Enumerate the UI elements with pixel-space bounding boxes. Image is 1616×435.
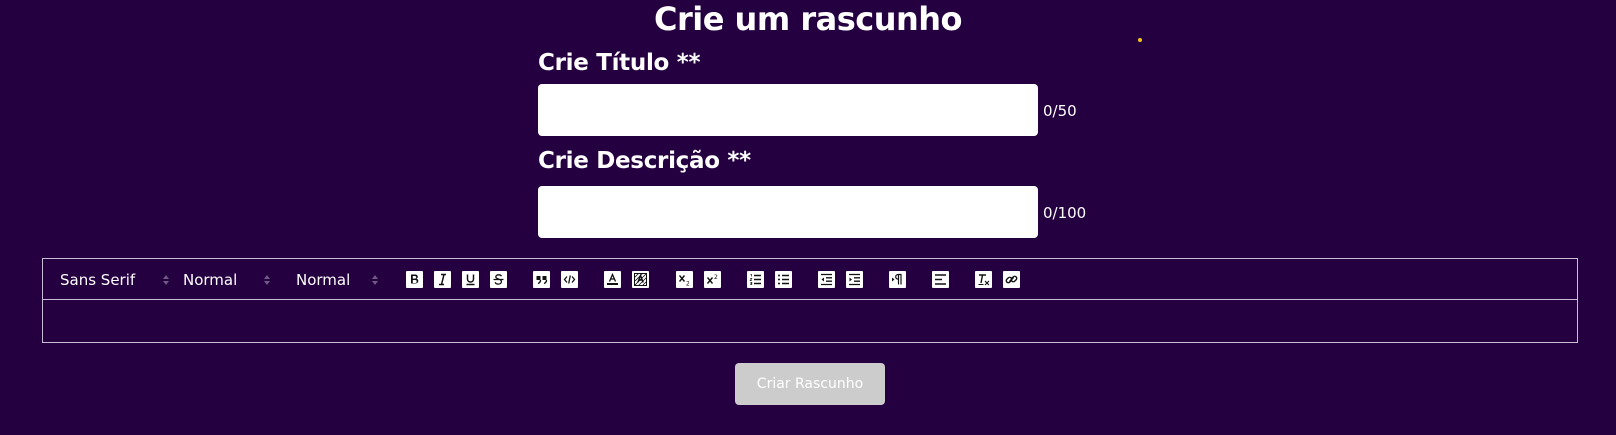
clean-format-button[interactable]: [975, 271, 992, 288]
outdent-icon: [821, 273, 832, 286]
text-color-button[interactable]: [604, 271, 621, 288]
description-input[interactable]: [538, 186, 1038, 238]
title-label: Crie Título **: [538, 50, 701, 76]
title-char-counter: 0/50: [1043, 102, 1077, 120]
blockquote-icon: [536, 276, 548, 285]
title-input[interactable]: [538, 84, 1038, 136]
bullet-list-icon: [778, 274, 789, 285]
ordered-list-icon: [749, 274, 761, 286]
strike-button[interactable]: [490, 271, 507, 288]
link-button[interactable]: [1003, 271, 1020, 288]
italic-icon: [439, 273, 446, 286]
subscript-icon: 2: [678, 275, 690, 287]
bold-icon: [411, 274, 419, 284]
page-title: Crie um rascunho: [653, 0, 963, 38]
background-color-button[interactable]: [632, 271, 649, 288]
header-picker-label: Normal: [296, 271, 351, 289]
blockquote-button[interactable]: [533, 271, 550, 288]
picker-arrows-icon: [372, 275, 378, 285]
rich-text-editor: Sans Serif Normal Normal 2 2: [42, 258, 1578, 343]
font-picker-label: Sans Serif: [60, 271, 136, 289]
text-color-icon: [607, 273, 618, 285]
svg-text:2: 2: [714, 274, 718, 281]
header-picker[interactable]: Normal: [296, 270, 378, 290]
bullet-list-button[interactable]: [775, 271, 792, 288]
italic-button[interactable]: [434, 271, 451, 288]
description-char-counter: 0/100: [1043, 204, 1087, 222]
indent-icon: [849, 273, 860, 286]
underline-button[interactable]: [462, 271, 479, 288]
outdent-button[interactable]: [818, 271, 835, 288]
description-label: Crie Descrição **: [538, 148, 751, 174]
subscript-button[interactable]: 2: [676, 271, 693, 288]
strike-icon: [493, 274, 504, 285]
superscript-button[interactable]: 2: [704, 271, 721, 288]
picker-arrows-icon: [163, 275, 169, 285]
decorative-dot: [1138, 38, 1142, 42]
code-block-button[interactable]: [561, 271, 578, 288]
superscript-icon: 2: [706, 274, 718, 284]
create-draft-button[interactable]: Criar Rascunho: [735, 363, 885, 405]
text-direction-button[interactable]: [889, 271, 906, 288]
svg-text:2: 2: [686, 281, 690, 287]
link-icon: [1005, 275, 1018, 284]
size-picker[interactable]: Normal: [183, 270, 270, 290]
ordered-list-button[interactable]: [747, 271, 764, 288]
align-button[interactable]: [932, 271, 949, 288]
picker-arrows-icon: [264, 275, 270, 285]
code-block-icon: [563, 275, 576, 284]
size-picker-label: Normal: [183, 271, 238, 289]
clean-format-icon: [978, 274, 990, 286]
bold-button[interactable]: [406, 271, 423, 288]
font-picker[interactable]: Sans Serif: [60, 270, 169, 290]
indent-button[interactable]: [846, 271, 863, 288]
text-direction-icon: [892, 273, 902, 285]
editor-content-area[interactable]: [43, 300, 1577, 342]
underline-icon: [466, 274, 475, 286]
align-icon: [935, 274, 946, 285]
editor-toolbar: Sans Serif Normal Normal 2 2: [43, 259, 1577, 300]
background-color-icon: [634, 273, 647, 286]
